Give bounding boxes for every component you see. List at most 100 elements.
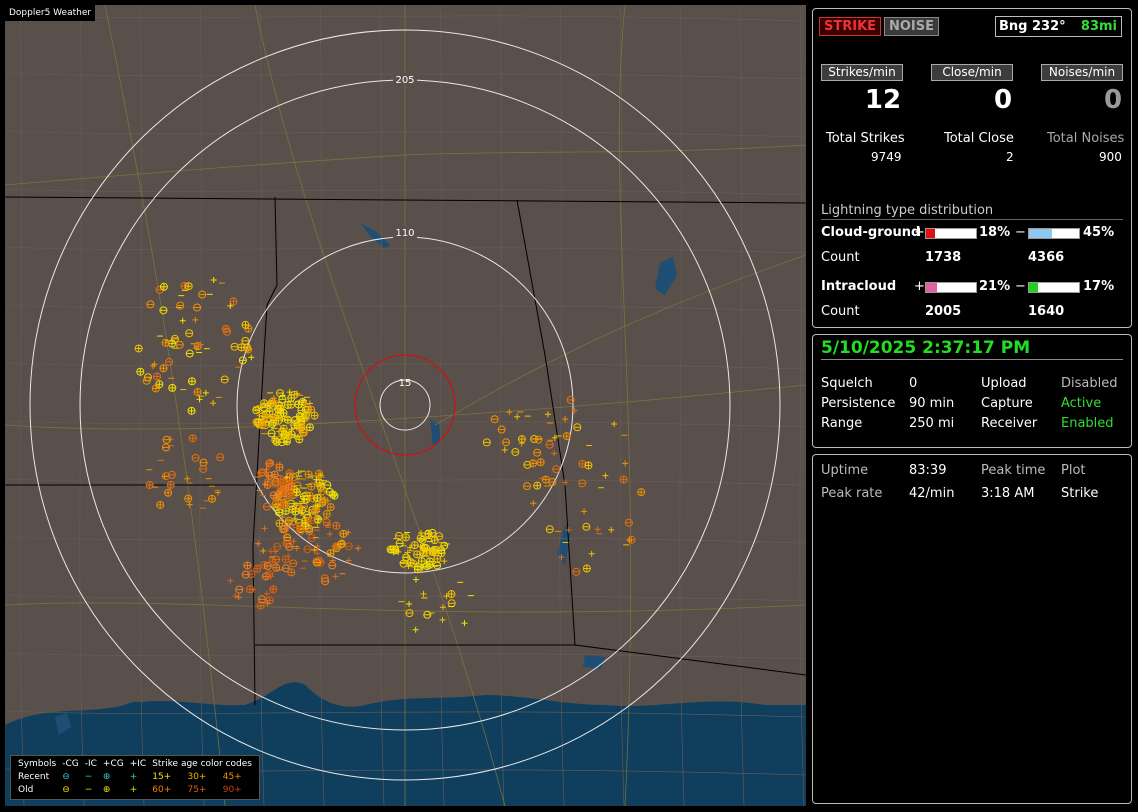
strike-symbol (611, 420, 618, 427)
cg-pos-pct: 18% (979, 225, 1011, 240)
strike-symbol (185, 329, 194, 338)
plus-sign: + (914, 279, 925, 294)
total-close-label: Total Close (944, 131, 1014, 146)
strike-symbol (272, 437, 281, 446)
strike-symbol (156, 500, 165, 509)
strike-symbol (482, 438, 491, 447)
strike-symbol (243, 561, 252, 570)
strike-symbol (313, 515, 322, 524)
strike-symbol (355, 545, 362, 552)
strike-symbol (501, 446, 508, 453)
strike-symbol (134, 344, 143, 353)
strike-symbol (602, 472, 609, 479)
strike-symbol (433, 554, 442, 563)
lake (655, 257, 677, 295)
strike-symbol (263, 590, 270, 597)
strike-symbol (584, 461, 593, 470)
strike-symbol (196, 396, 203, 403)
strike-symbol (220, 375, 229, 384)
cg-neg-count: 4366 (1028, 250, 1065, 265)
strike-symbol (328, 561, 337, 570)
symbol-legend: Symbols -CG -IC +CG +IC Strike age color… (10, 755, 260, 800)
strike-symbol (413, 562, 422, 571)
noise-button[interactable]: NOISE (884, 17, 940, 36)
strike-symbol (582, 564, 591, 573)
close-per-min-button[interactable]: Close/min (931, 64, 1013, 81)
noise-rate: 0 (1103, 85, 1123, 115)
count-label: Count (821, 304, 860, 319)
upload-label: Upload (981, 376, 1027, 391)
strike-symbol (514, 413, 521, 420)
uptime-value: 83:39 (909, 463, 947, 478)
range-value: 250 mi (909, 416, 955, 431)
receiver-label: Receiver (981, 416, 1038, 431)
strike-symbol (594, 526, 601, 533)
count-label: Count (821, 250, 860, 265)
strike-symbol (142, 376, 151, 385)
strike-symbol (184, 494, 193, 503)
cg-pos-count: 1738 (925, 250, 962, 265)
range-label: Range (821, 416, 863, 431)
strike-stats-panel: STRIKE NOISE Bng 232° 83mi Strikes/min C… (812, 8, 1132, 328)
strike-symbol (265, 570, 274, 579)
strike-symbol (235, 594, 242, 601)
strike-symbol (530, 500, 537, 507)
strike-symbol (304, 470, 313, 479)
age-code: 30+ (187, 772, 207, 782)
ic-neg-pct: 17% (1083, 279, 1115, 294)
strike-symbol (267, 429, 276, 438)
strike-symbol (428, 546, 437, 555)
noises-per-min-button[interactable]: Noises/min (1041, 64, 1123, 81)
strike-symbol (227, 302, 234, 309)
lightning-map[interactable]: 205 110 15 Doppler5 Weather Symbols -CG … (5, 5, 806, 806)
strike-symbol (534, 435, 543, 444)
strike-symbol (279, 408, 288, 417)
strike-symbol (250, 586, 257, 593)
strike-symbol (272, 563, 281, 572)
age-code: 75+ (187, 785, 207, 795)
strike-symbol (551, 450, 558, 457)
strike-button[interactable]: STRIKE (819, 17, 882, 36)
strike-symbol (276, 461, 283, 468)
total-noises-label: Total Noises (1047, 131, 1125, 146)
ring-label-110: 110 (395, 228, 414, 239)
strikes-per-min-button[interactable]: Strikes/min (821, 64, 903, 81)
ic-label: Intracloud (821, 279, 897, 294)
strike-symbol (624, 518, 633, 527)
plot-value[interactable]: Strike (1061, 486, 1098, 501)
strike-symbol (608, 526, 615, 533)
strike-symbol (502, 438, 511, 447)
strike-symbol (430, 536, 439, 545)
close-rate: 0 (993, 85, 1013, 115)
peak-time-value: 3:18 AM (981, 486, 1035, 501)
capture-value: Active (1061, 396, 1102, 411)
strike-symbol (533, 448, 542, 457)
legend-header: +CG (102, 759, 124, 769)
ic-pos-pct: 21% (979, 279, 1011, 294)
pos-cg-icon: ⊕ (102, 785, 111, 795)
minus-sign: − (1015, 279, 1026, 294)
strike-symbol (332, 573, 339, 580)
strike-symbol (314, 543, 321, 550)
pos-cg-icon: ⊕ (102, 772, 111, 782)
strike-symbol (164, 488, 173, 497)
strike-symbol (279, 513, 286, 520)
strike-symbol (310, 411, 319, 420)
strike-symbol (511, 447, 520, 456)
strike-symbol (241, 320, 250, 329)
strike-symbol (271, 477, 280, 486)
strike-symbol (545, 440, 554, 449)
age-code: 60+ (152, 785, 172, 795)
strike-symbol (193, 388, 202, 397)
neg-ic-icon: − (84, 785, 93, 795)
strike-symbol (165, 357, 174, 366)
strike-symbol (274, 490, 283, 499)
strike-symbol (262, 502, 271, 511)
bearing-value: Bng 232° (999, 19, 1066, 34)
strike-symbol (270, 470, 279, 479)
strike-symbol (332, 521, 341, 530)
strike-symbol (344, 542, 353, 551)
strike-symbol (274, 416, 283, 425)
strike-symbol (273, 542, 282, 551)
strike-symbol (284, 483, 293, 492)
